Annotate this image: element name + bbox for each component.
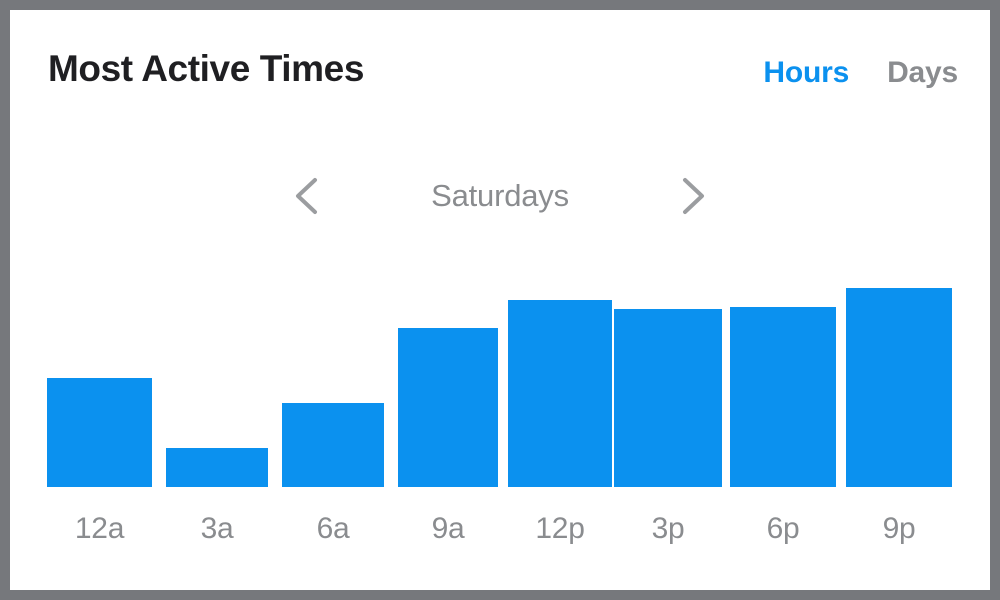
x-axis-label: 3a [200,512,234,545]
chart-bar[interactable] [398,328,498,487]
chart-bar[interactable] [166,448,268,487]
screen-frame: Most Active Times Hours Days Saturdays 1… [0,0,1000,600]
activity-bar-chart: 12a 3a 6a 9a 12p 3p 6p 9p [10,10,990,590]
x-axis-label: 9p [882,512,916,545]
chart-bar[interactable] [47,378,152,487]
x-axis-label: 6a [316,512,350,545]
chart-bar[interactable] [282,403,384,487]
chart-bar[interactable] [846,288,952,487]
chart-bar[interactable] [614,309,722,487]
chart-bar[interactable] [508,300,612,487]
x-axis-label: 6p [766,512,800,545]
x-axis-label: 12a [74,512,125,545]
x-axis-label: 3p [651,512,685,545]
chart-bar[interactable] [730,307,836,487]
most-active-times-card: Most Active Times Hours Days Saturdays 1… [10,10,990,590]
x-axis-label: 12p [535,512,585,545]
x-axis-label: 9a [431,512,465,545]
